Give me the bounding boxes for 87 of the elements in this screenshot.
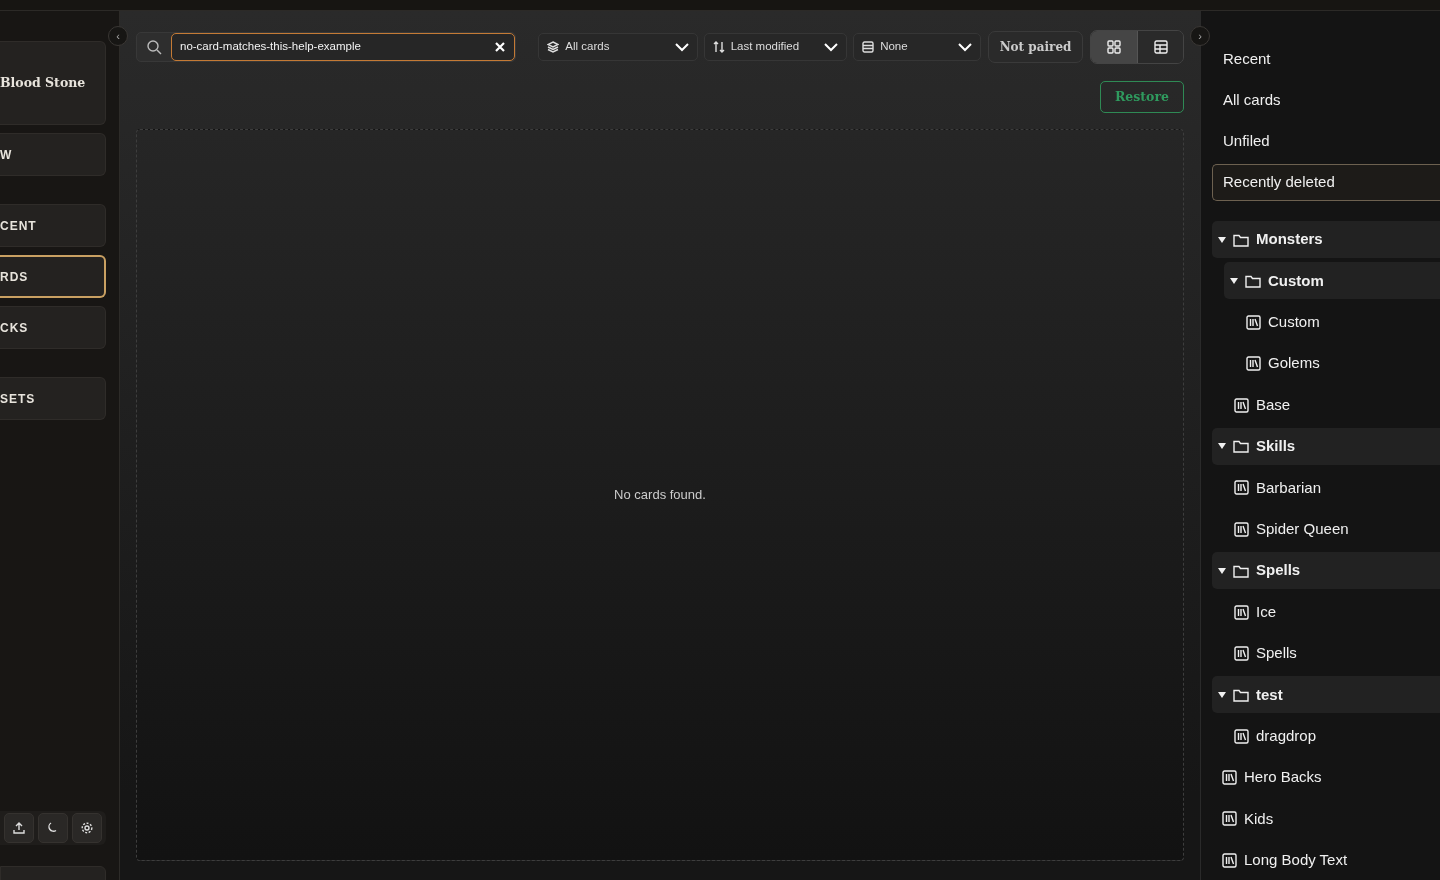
deck-row[interactable]: dragdrop (1212, 717, 1440, 755)
folder-icon (1245, 273, 1261, 288)
folder-label: test (1256, 684, 1283, 705)
rows-icon (862, 41, 875, 53)
deck-label: Kids (1244, 808, 1274, 829)
search-field[interactable]: no-card-matches-this-help-example (171, 33, 516, 61)
deck-icon (1234, 728, 1249, 744)
chevron-down-icon (957, 42, 972, 52)
deck-icon (1234, 604, 1249, 620)
folder-row[interactable]: Spells (1212, 552, 1440, 590)
deck-label: Ice (1256, 601, 1276, 622)
deck-row[interactable]: Kids (1212, 800, 1440, 838)
grid-icon (1107, 40, 1122, 54)
pair-button[interactable]: Not paired (987, 31, 1084, 63)
deck-icon (1246, 314, 1261, 330)
deck-icon (1234, 521, 1249, 537)
deck-label: Hero Backs (1244, 767, 1322, 788)
sidebar-item[interactable]: CENT (0, 204, 106, 247)
folder-icon (1233, 232, 1249, 247)
deck-label: Custom (1268, 312, 1320, 333)
sidebar-item[interactable]: SETS (0, 377, 106, 420)
deck-label: Golems (1268, 353, 1320, 374)
restore-button[interactable]: Restore (1099, 81, 1184, 113)
search-icon (146, 39, 162, 55)
deck-icon (1222, 770, 1237, 786)
deck-row[interactable]: Long Body Text (1212, 841, 1440, 879)
deck-icon (1222, 852, 1237, 868)
table-icon (1153, 40, 1168, 54)
upload-icon (12, 821, 26, 835)
sidebar-item[interactable]: CKS (0, 306, 106, 349)
folder-row[interactable]: Skills (1212, 427, 1440, 465)
folder-icon (1233, 563, 1249, 578)
grid-view-button[interactable] (1091, 31, 1138, 63)
collapse-button[interactable]: › (1190, 26, 1210, 46)
deck-icon (1234, 645, 1249, 661)
project-button[interactable]: Blood Stone (0, 41, 106, 125)
deck-label: Barbarian (1256, 477, 1322, 498)
deck-row[interactable]: Custom (1212, 303, 1440, 341)
deck-row[interactable]: Ice (1212, 593, 1440, 631)
deck-row[interactable]: Spells (1212, 634, 1440, 672)
folder-label: Spells (1256, 560, 1301, 581)
group-dropdown[interactable]: None (853, 33, 981, 61)
deck-icon (1222, 811, 1237, 827)
folder-label: Custom (1268, 270, 1324, 291)
deck-label: Long Body Text (1244, 850, 1348, 871)
folder-row[interactable]: Monsters (1212, 221, 1440, 258)
collection-item[interactable]: Recent (1212, 41, 1440, 78)
settings-icon (80, 821, 94, 835)
collection-item[interactable]: Recently deleted (1212, 164, 1440, 201)
upload-button[interactable] (4, 813, 34, 843)
collection-item[interactable]: All cards (1212, 82, 1440, 119)
chevron-down-icon (674, 42, 689, 52)
deck-label: Spells (1256, 643, 1297, 664)
deck-label: Base (1256, 394, 1291, 415)
deck-row[interactable]: Base (1212, 386, 1440, 424)
folder-label: Skills (1256, 436, 1296, 457)
folder-row[interactable]: test (1212, 676, 1440, 714)
collapse-button[interactable]: ‹ (108, 26, 128, 46)
deck-icon (1234, 397, 1249, 413)
empty-message: No cards found. (614, 486, 706, 505)
filter-dropdown[interactable]: All cards (538, 33, 698, 61)
deck-row[interactable]: Spider Queen (1212, 510, 1440, 548)
folder-icon (1233, 439, 1249, 454)
sort-icon (712, 41, 725, 53)
sidebar-item[interactable]: W (0, 133, 106, 176)
clear-icon[interactable] (495, 42, 506, 52)
folder-row[interactable]: Custom (1224, 262, 1440, 300)
moon-button[interactable] (38, 813, 68, 843)
deck-row[interactable]: Golems (1212, 345, 1440, 383)
deck-label: Spider Queen (1256, 519, 1349, 539)
deck-icon (1246, 356, 1261, 372)
chevron-down-icon (824, 42, 839, 52)
dropdown-label: None (880, 39, 909, 55)
deck-icon (1234, 480, 1249, 496)
folder-icon (1233, 687, 1249, 702)
deck-row[interactable]: Barbarian (1212, 469, 1440, 507)
dropdown-label: All cards (565, 39, 611, 55)
collection-item[interactable]: Unfiled (1212, 123, 1440, 160)
deck-row[interactable]: Hero Backs (1212, 759, 1440, 797)
sort-dropdown[interactable]: Last modified (703, 33, 848, 61)
layers-icon (547, 41, 560, 53)
deck-label: dragdrop (1256, 725, 1317, 746)
folder-label: Monsters (1256, 229, 1323, 250)
dropdown-label: Last modified (730, 39, 801, 55)
settings-button[interactable] (72, 813, 102, 843)
sidebar-item[interactable]: RDS (0, 255, 106, 298)
table-view-button[interactable] (1137, 31, 1183, 63)
